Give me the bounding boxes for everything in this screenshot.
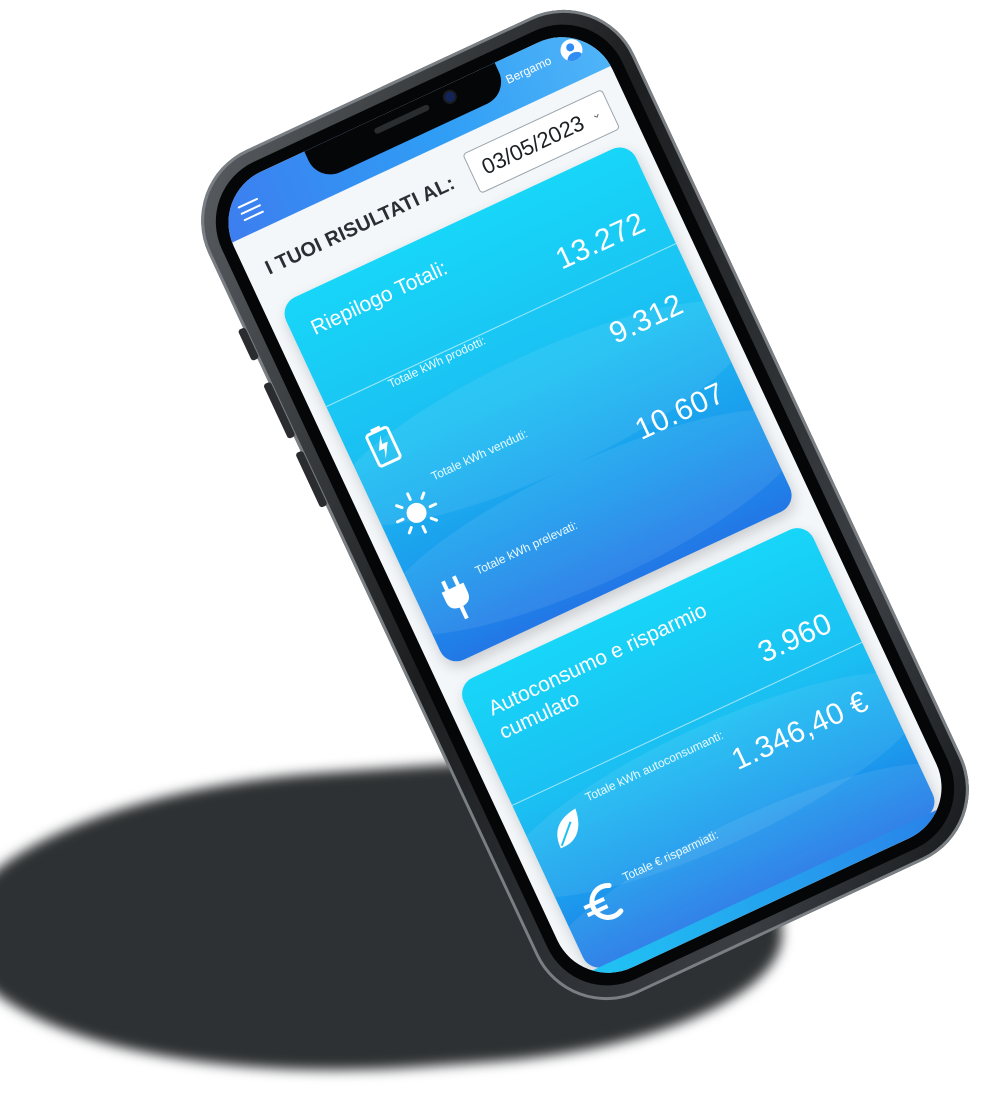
user-account-icon[interactable] [556,35,587,65]
summary-card-title: Riepilogo Totali: [307,256,452,340]
chevron-down-icon: ⌄ [588,105,604,123]
front-camera [443,90,457,104]
speaker-grille [373,103,431,135]
self-consumed-value: 3.960 [753,606,838,670]
hamburger-menu-icon[interactable] [237,197,265,222]
screen-bezel: Bergamo I TUOI RISULTATI AL: 03/05/2023 … [194,2,976,1008]
produced-value: 13.272 [550,206,651,277]
smartphone-frame: Bergamo I TUOI RISULTATI AL: 03/05/2023 … [175,0,995,1026]
location-label: Bergamo [503,53,554,87]
silent-switch [237,327,260,362]
stage: Bergamo I TUOI RISULTATI AL: 03/05/2023 … [0,0,1000,1083]
